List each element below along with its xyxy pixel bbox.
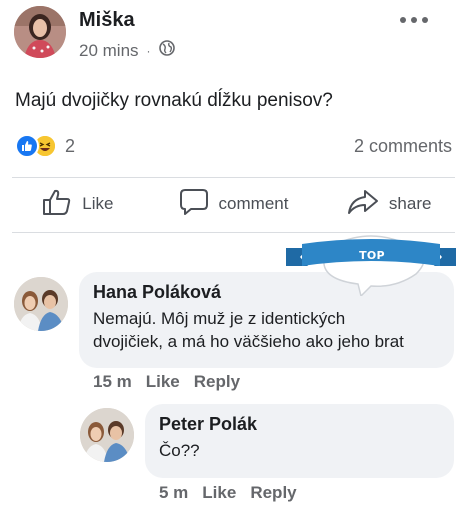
comment-reply-link[interactable]: Reply [250,483,296,503]
like-reaction-icon [15,134,39,158]
comment-button[interactable]: comment [156,178,312,230]
author-name[interactable]: Miška [79,9,135,32]
comment-bubble: Peter Polák Čo?? [145,404,454,478]
more-icon[interactable] [396,12,432,28]
comment-reply-link[interactable]: Reply [194,372,240,392]
action-bar: Like comment share [0,178,467,230]
share-button[interactable]: share [311,178,467,230]
comment-actions: 15 m Like Reply [93,372,240,392]
globe-icon [158,40,175,61]
comment-time: 5 m [159,483,189,502]
reactions-summary[interactable]: 2 [15,134,75,158]
comment-text-line: Nemajú. Môj muž je z identických [93,309,346,328]
post-header: Miška 20 mins · [0,0,467,70]
comment-text-line: dvojičiek, a má ho väčšieho ako jeho bra… [93,332,404,351]
comment-time: 15 m [93,372,132,391]
comment-author[interactable]: Peter Polák [159,414,440,435]
share-label: share [388,194,432,213]
comment-like-link[interactable]: Like [202,483,236,503]
comment-actions: 5 m Like Reply [159,483,297,503]
like-label: Like [82,194,114,213]
post-time[interactable]: 20 mins [79,41,139,61]
meta-separator: · [146,43,151,58]
post-meta: 20 mins · [79,40,175,61]
top-comments-badge: TOP KOMENTY [286,226,456,298]
author-avatar[interactable] [14,6,66,58]
share-icon [347,188,379,221]
post-text: Majú dvojičky rovnakú dĺžku penisov? [15,90,333,111]
comment-label: comment [218,194,289,213]
commenter-avatar[interactable] [80,408,134,462]
comment-icon [179,188,209,221]
comment-like-link[interactable]: Like [146,372,180,392]
commenter-avatar[interactable] [14,277,68,331]
thumbs-up-icon [42,188,72,221]
top-comments-label: TOP KOMENTY [340,249,404,275]
comments-count[interactable]: 2 comments [354,136,452,157]
reaction-count: 2 [65,135,76,156]
like-button[interactable]: Like [0,178,156,230]
comment-text-line: Čo?? [159,441,200,460]
